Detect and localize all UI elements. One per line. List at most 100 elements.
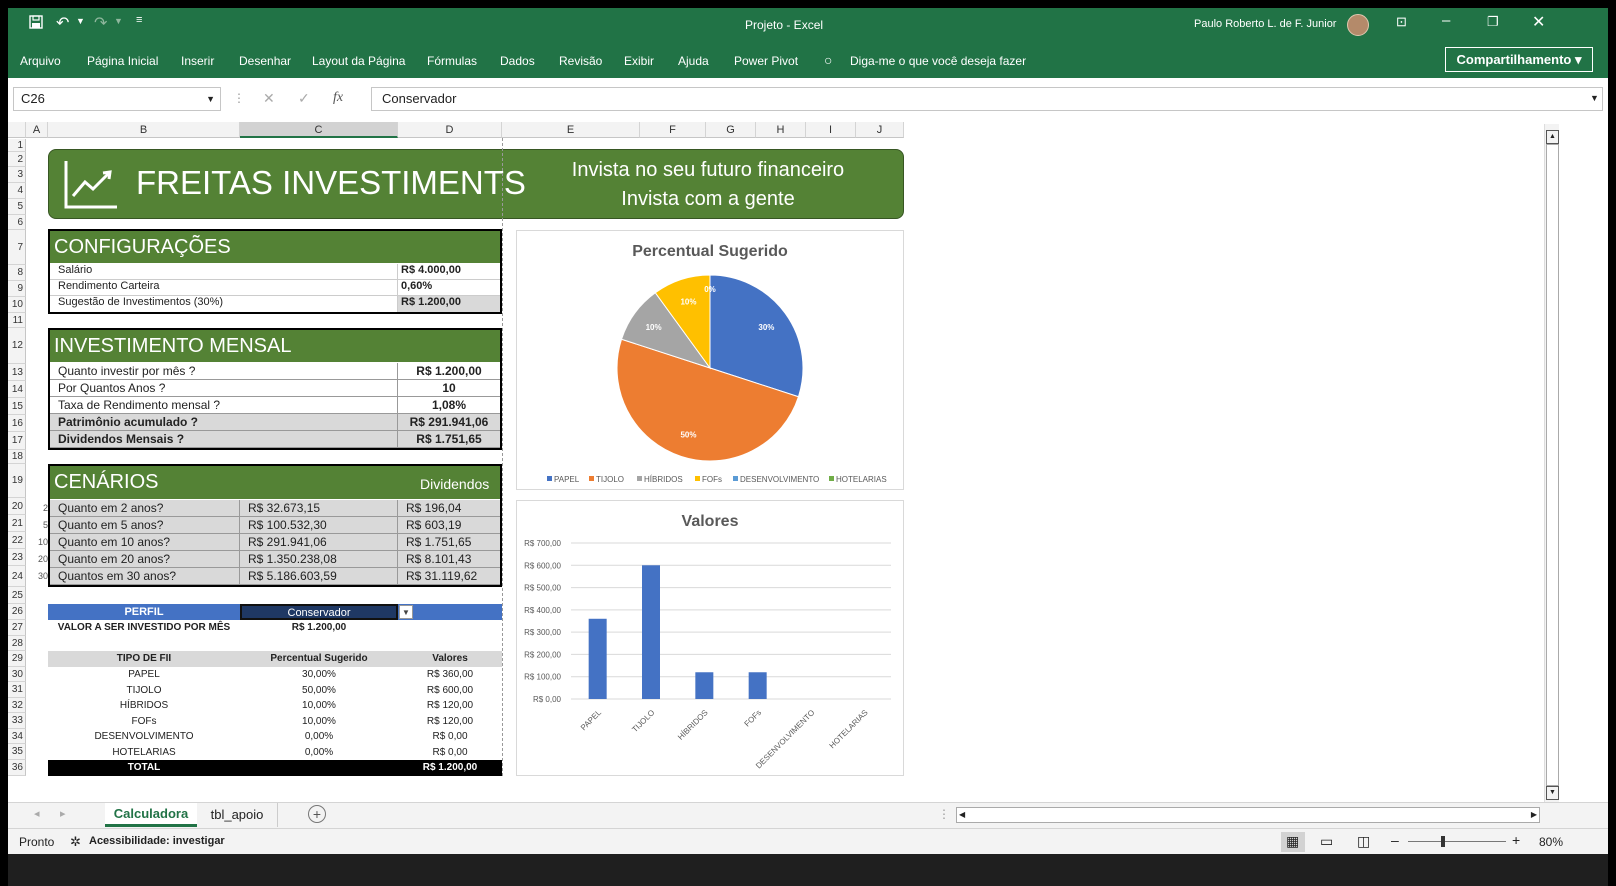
pie-chart[interactable]: Percentual Sugerido 30% 50% 10% 10% 0% PAPEL TI… xyxy=(516,230,904,490)
column-header-c[interactable]: C xyxy=(240,122,398,138)
horizontal-scrollbar[interactable]: ◀ ▶ xyxy=(956,807,1540,823)
undo-icon[interactable]: ↶ xyxy=(56,13,69,33)
save-icon[interactable] xyxy=(28,14,44,33)
cenario-value[interactable]: R$ 32.673,15 xyxy=(240,500,398,517)
cenario-years[interactable]: 2 xyxy=(30,500,48,517)
cenario-label[interactable]: Quanto em 20 anos? xyxy=(50,551,240,568)
row-header[interactable]: 3 xyxy=(8,167,26,183)
cenario-dividendos[interactable]: R$ 31.119,62 xyxy=(398,568,500,585)
redo-dropdown-icon[interactable]: ▼ xyxy=(114,16,123,26)
bar-chart[interactable]: Valores R$ 0,00 R$ 100,00 R$ 200,00 R$ 300,0… xyxy=(516,500,904,776)
tab-tbl-apoio[interactable]: tbl_apoio xyxy=(197,803,278,827)
row-header[interactable]: 16 xyxy=(8,415,26,432)
column-header-e[interactable]: E xyxy=(502,122,640,138)
column-header-h[interactable]: H xyxy=(756,122,806,138)
cenario-label[interactable]: Quanto em 10 anos? xyxy=(50,534,240,551)
row-header[interactable]: 14 xyxy=(8,381,26,398)
menu-pagina-inicial[interactable]: Página Inicial xyxy=(87,54,158,68)
row-header[interactable]: 32 xyxy=(8,698,26,713)
cancel-icon[interactable]: ✕ xyxy=(263,90,275,107)
cenario-years[interactable]: 10 xyxy=(30,534,48,551)
avatar[interactable] xyxy=(1347,14,1369,36)
row-header[interactable]: 25 xyxy=(8,587,26,604)
row-header[interactable]: 9 xyxy=(8,281,26,297)
row-header[interactable]: 13 xyxy=(8,364,26,381)
restore-icon[interactable]: ❐ xyxy=(1487,14,1499,30)
row-header[interactable]: 15 xyxy=(8,398,26,415)
config-label[interactable]: Salário xyxy=(50,264,398,280)
close-icon[interactable]: ✕ xyxy=(1532,12,1545,32)
investimento-label[interactable]: Taxa de Rendimento mensal ? xyxy=(50,397,398,414)
accessibility-status[interactable]: Acessibilidade: investigar xyxy=(89,835,225,847)
cenario-dividendos[interactable]: R$ 603,19 xyxy=(398,517,500,534)
vertical-scroll-thumb[interactable] xyxy=(1546,144,1559,786)
cenario-value[interactable]: R$ 100.532,30 xyxy=(240,517,398,534)
row-header[interactable]: 17 xyxy=(8,432,26,450)
fii-cell-tipo[interactable]: FOFs xyxy=(48,714,240,729)
select-all-corner[interactable] xyxy=(8,122,26,138)
ribbon-display-options-icon[interactable]: ⊡ xyxy=(1396,14,1407,30)
investimento-value[interactable]: 10 xyxy=(398,380,500,397)
menu-formulas[interactable]: Fórmulas xyxy=(427,54,477,68)
column-header-g[interactable]: G xyxy=(706,122,756,138)
cenario-value[interactable]: R$ 291.941,06 xyxy=(240,534,398,551)
formula-bar-options-icon[interactable]: ⋮ xyxy=(233,91,245,105)
zoom-level[interactable]: 80% xyxy=(1539,835,1563,849)
cenario-years[interactable]: 30 xyxy=(30,568,48,585)
row-header[interactable]: 33 xyxy=(8,713,26,729)
row-header[interactable]: 1 xyxy=(8,139,26,152)
undo-dropdown-icon[interactable]: ▼ xyxy=(76,16,85,26)
row-header[interactable]: 4 xyxy=(8,183,26,199)
row-header[interactable]: 35 xyxy=(8,744,26,760)
menu-power-pivot[interactable]: Power Pivot xyxy=(734,54,798,68)
column-header-a[interactable]: A xyxy=(26,122,48,138)
config-label[interactable]: Sugestão de Investimentos (30%) xyxy=(50,296,398,312)
fii-cell-pct[interactable]: 30,00% xyxy=(240,667,398,682)
menu-dados[interactable]: Dados xyxy=(500,54,535,68)
column-header-d[interactable]: D xyxy=(398,122,502,138)
formula-input[interactable]: Conservador xyxy=(371,87,1603,111)
menu-layout-da-pagina[interactable]: Layout da Página xyxy=(312,54,405,68)
row-header[interactable]: 8 xyxy=(8,265,26,281)
cenario-value[interactable]: R$ 5.186.603,59 xyxy=(240,568,398,585)
investimento-label[interactable]: Por Quantos Anos ? xyxy=(50,380,398,397)
cenario-label[interactable]: Quantos em 30 anos? xyxy=(50,568,240,585)
fii-cell-pct[interactable]: 50,00% xyxy=(240,683,398,698)
fii-cell-pct[interactable]: 0,00% xyxy=(240,745,398,760)
investimento-value[interactable]: R$ 291.941,06 xyxy=(398,414,500,431)
fii-cell-tipo[interactable]: HOTELARIAS xyxy=(48,745,240,760)
row-header[interactable]: 28 xyxy=(8,636,26,651)
row-header[interactable]: 18 xyxy=(8,450,26,464)
row-header[interactable]: 6 xyxy=(8,215,26,230)
name-box[interactable]: C26 ▼ xyxy=(13,87,221,111)
column-header-j[interactable]: J xyxy=(856,122,904,138)
column-header-f[interactable]: F xyxy=(640,122,706,138)
menu-ajuda[interactable]: Ajuda xyxy=(678,54,709,68)
scroll-right-icon[interactable]: ▶ xyxy=(1531,808,1537,822)
menu-desenhar[interactable]: Desenhar xyxy=(239,54,291,68)
expand-formula-bar-icon[interactable]: ▼ xyxy=(1590,93,1599,103)
zoom-slider[interactable] xyxy=(1408,841,1506,842)
row-header[interactable]: 2 xyxy=(8,152,26,167)
tab-split-handle-icon[interactable]: ⋮ xyxy=(938,807,950,821)
row-header[interactable]: 36 xyxy=(8,760,26,776)
cenario-label[interactable]: Quanto em 2 anos? xyxy=(50,500,240,517)
fii-cell-pct[interactable]: 10,00% xyxy=(240,698,398,713)
row-header[interactable]: 10 xyxy=(8,297,26,313)
perfil-select[interactable]: Conservador xyxy=(240,604,398,620)
row-header[interactable]: 30 xyxy=(8,667,26,682)
row-header[interactable]: 11 xyxy=(8,313,26,328)
enter-icon[interactable]: ✓ xyxy=(298,90,310,107)
cenario-value[interactable]: R$ 1.350.238,08 xyxy=(240,551,398,568)
fii-cell-valor[interactable]: R$ 0,00 xyxy=(398,729,502,744)
investimento-value[interactable]: 1,08% xyxy=(398,397,500,414)
cenario-years[interactable]: 20 xyxy=(30,551,48,568)
row-header[interactable]: 27 xyxy=(8,620,26,636)
row-header[interactable]: 26 xyxy=(8,604,26,620)
row-header[interactable]: 20 xyxy=(8,498,26,515)
scroll-down-icon[interactable]: ▼ xyxy=(1546,786,1559,800)
investimento-value[interactable]: R$ 1.200,00 xyxy=(398,363,500,380)
row-header[interactable]: 21 xyxy=(8,515,26,532)
config-value[interactable]: R$ 1.200,00 xyxy=(398,296,500,312)
row-header[interactable]: 19 xyxy=(8,464,26,498)
